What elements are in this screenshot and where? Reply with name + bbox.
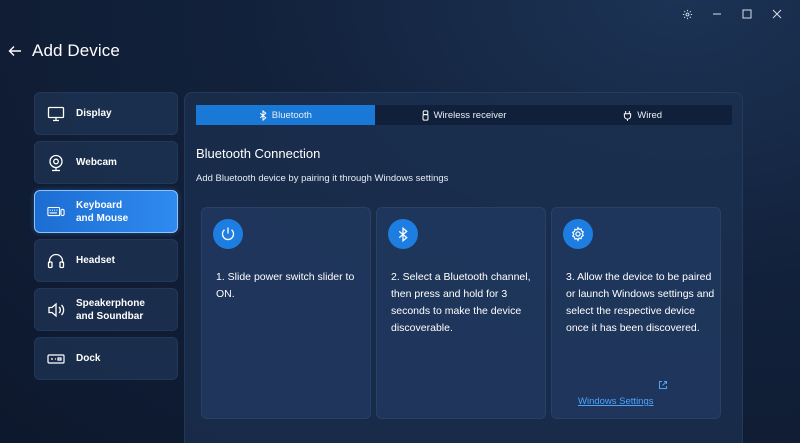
sidebar-item-webcam[interactable]: Webcam (34, 141, 178, 184)
step-card-bluetooth: 2. Select a Bluetooth channel, then pres… (376, 207, 546, 419)
gear-icon (682, 9, 692, 19)
sidebar-item-label: Keyboard and Mouse (76, 199, 129, 224)
bluetooth-icon (388, 219, 418, 249)
step-card-power: 1. Slide power switch slider to ON. (201, 207, 371, 419)
sidebar-item-label: Webcam (76, 157, 117, 168)
sidebar-item-keyboard-and-mouse[interactable]: Keyboard and Mouse (34, 190, 178, 233)
power-icon (213, 219, 243, 249)
speaker-icon (47, 301, 65, 319)
arrow-left-icon (8, 46, 21, 56)
device-category-sidebar: Display Webcam Keyboard and Mouse Headse… (34, 92, 178, 386)
tab-wireless-receiver[interactable]: Wireless receiver (375, 105, 554, 125)
tab-label: Wired (637, 109, 663, 121)
section-description: Add Bluetooth device by pairing it throu… (196, 173, 449, 184)
instruction-steps: 1. Slide power switch slider to ON. 2. S… (201, 207, 721, 419)
close-button[interactable] (764, 6, 790, 22)
keyboard-mouse-icon (47, 203, 65, 221)
sidebar-item-display[interactable]: Display (34, 92, 178, 135)
gear-icon (563, 219, 593, 249)
tab-label: Bluetooth (271, 109, 312, 121)
tab-wired[interactable]: Wired (553, 105, 732, 125)
sidebar-item-headset[interactable]: Headset (34, 239, 178, 282)
monitor-icon (47, 105, 65, 123)
step-card-settings: 3. Allow the device to be paired or laun… (551, 207, 721, 419)
sidebar-item-label: Dock (76, 353, 101, 364)
step-text: 1. Slide power switch slider to ON. (216, 271, 355, 300)
minimize-button[interactable] (704, 6, 730, 22)
connection-type-tabs: Bluetooth Wireless receiver Wired (196, 105, 732, 125)
headset-icon (47, 252, 65, 270)
external-link-icon (658, 377, 668, 395)
page-title: Add Device (32, 41, 120, 60)
windows-settings-link[interactable]: Windows Settings (578, 396, 654, 407)
webcam-icon (47, 154, 65, 172)
sidebar-item-dock[interactable]: Dock (34, 337, 178, 380)
sidebar-item-label: Speakerphone and Soundbar (76, 297, 145, 322)
section-title: Bluetooth Connection (196, 146, 321, 161)
maximize-button[interactable] (734, 6, 760, 22)
bluetooth-icon (259, 109, 267, 121)
page-header: Add Device (6, 40, 120, 62)
minimize-icon (713, 13, 721, 15)
window-controls (674, 6, 790, 22)
plug-icon (623, 110, 632, 121)
dock-icon (47, 350, 65, 368)
tab-label: Wireless receiver (433, 109, 507, 121)
step-text: 2. Select a Bluetooth channel, then pres… (391, 271, 531, 334)
sidebar-item-label: Display (76, 108, 112, 119)
close-icon (772, 9, 782, 19)
tab-bluetooth[interactable]: Bluetooth (196, 105, 375, 125)
usb-receiver-icon (422, 109, 429, 121)
back-button[interactable] (6, 42, 24, 60)
sidebar-item-speakerphone-and-soundbar[interactable]: Speakerphone and Soundbar (34, 288, 178, 331)
add-device-panel: Bluetooth Wireless receiver Wired Blueto… (184, 92, 743, 443)
settings-button[interactable] (674, 6, 700, 22)
step-text: 3. Allow the device to be paired or laun… (566, 271, 715, 334)
sidebar-item-label: Headset (76, 255, 115, 266)
maximize-icon (742, 9, 752, 19)
